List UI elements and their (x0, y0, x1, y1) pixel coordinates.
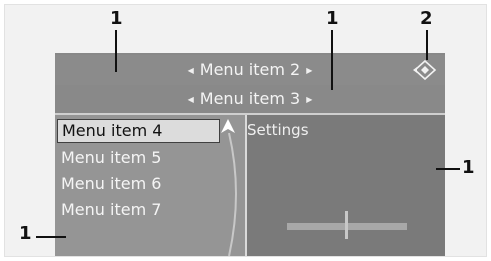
callout-number: 1 (19, 223, 32, 244)
left-arrow-icon[interactable]: ◀ (188, 56, 194, 86)
navigation-controller-icon[interactable] (413, 59, 437, 81)
scroll-curve-indicator (228, 133, 237, 256)
callout-leader-line (426, 30, 428, 60)
callout-leader-line (115, 30, 117, 72)
menu-item-2-label: Menu item 2 (199, 60, 301, 79)
callout-leader-line (36, 236, 66, 238)
right-arrow-icon[interactable]: ▶ (306, 86, 312, 114)
list-item[interactable]: Menu item 5 (61, 145, 161, 171)
settings-label: Settings (247, 121, 309, 139)
menu-item-3-label: Menu item 3 (199, 89, 301, 108)
callout-number: 1 (462, 157, 475, 178)
list-item[interactable]: Menu item 6 (61, 171, 161, 197)
list-item[interactable]: Menu item 7 (61, 197, 161, 223)
display-screen: ◀ Menu item 2 ▶ ◀ Menu item 3 ▶ Menu item 4 … (55, 53, 445, 256)
list-item-selected[interactable]: Menu item 4 (57, 119, 220, 143)
callout-number: 2 (420, 8, 433, 29)
settings-panel: Settings (247, 115, 445, 256)
menu-row-item-2[interactable]: ◀ Menu item 2 ▶ (55, 55, 445, 85)
menu-list-panel: Menu item 4 Menu item 5 Menu item 6 Menu… (55, 115, 245, 256)
callout-leader-line (436, 168, 460, 170)
callout-leader-line (331, 30, 333, 90)
callout-number: 1 (110, 8, 123, 29)
right-arrow-icon[interactable]: ▶ (306, 56, 312, 86)
menu-row-item-3[interactable]: ◀ Menu item 3 ▶ (55, 85, 445, 115)
slider-thumb[interactable] (345, 211, 348, 239)
callout-number: 1 (326, 8, 339, 29)
left-arrow-icon[interactable]: ◀ (188, 86, 194, 114)
